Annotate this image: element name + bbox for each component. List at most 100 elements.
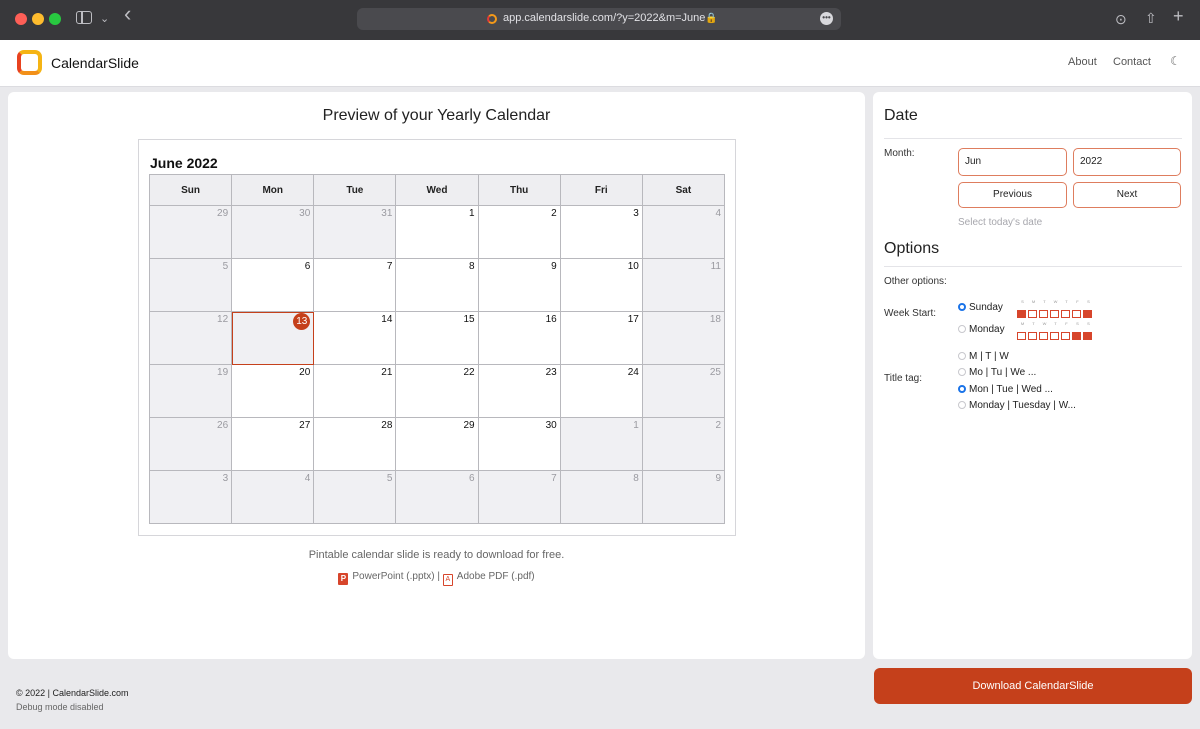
mini-day-box	[1061, 332, 1070, 340]
nav-about-link[interactable]: About	[1068, 56, 1097, 68]
mini-day-letter: T	[1065, 299, 1068, 304]
day-cell-outside: 5	[313, 470, 397, 524]
mini-day-box	[1017, 310, 1026, 318]
mini-day-box	[1072, 310, 1081, 318]
date-heading: Date	[884, 107, 918, 124]
mini-day-box	[1083, 332, 1092, 340]
weekday-header: Thu	[477, 174, 561, 206]
day-cell: 22	[395, 364, 479, 418]
brand-name[interactable]: CalendarSlide	[51, 55, 139, 71]
day-cell-weekend: 19	[148, 364, 233, 418]
weekday-header: Mon	[231, 174, 315, 206]
option-label: Monday | Tuesday | W...	[969, 400, 1076, 411]
mini-day-box	[1028, 310, 1037, 318]
sidebar-toggle-icon[interactable]	[76, 11, 92, 24]
mini-day-box	[1072, 332, 1081, 340]
day-cell: 17	[559, 311, 643, 365]
day-cell: 24	[559, 364, 643, 418]
calendar-month-title: June 2022	[150, 155, 218, 171]
sunday-week-preview: S M T W T F S	[1017, 299, 1094, 323]
footer-debug-status: Debug mode disabled	[16, 702, 104, 712]
title-tag-label: Title tag:	[884, 373, 922, 384]
weekday-header: Wed	[395, 174, 479, 206]
close-window-button[interactable]	[15, 13, 27, 25]
mini-day-box	[1017, 332, 1026, 340]
week-start-monday-option[interactable]: Monday	[958, 324, 1005, 335]
day-cell: 9	[477, 258, 561, 312]
minimize-window-button[interactable]	[32, 13, 44, 25]
share-icon[interactable]: ⇧	[1145, 10, 1157, 26]
day-cell: 21	[313, 364, 397, 418]
mini-day-letter: S	[1076, 321, 1079, 326]
mini-day-box	[1039, 310, 1048, 318]
title-tag-option-3[interactable]: Mon | Tue | Wed ...	[958, 384, 1053, 395]
mini-day-letter: S	[1087, 321, 1090, 326]
option-label: Mon | Tue | Wed ...	[969, 384, 1053, 395]
url-text: app.calendarslide.com/?y=2022&m=June	[503, 12, 706, 24]
download-calendarslide-button[interactable]: Download CalendarSlide	[874, 668, 1192, 704]
week-start-sunday-option[interactable]: Sunday	[958, 302, 1003, 313]
title-tag-option-1[interactable]: M | T | W	[958, 351, 1009, 362]
year-input[interactable]: 2022	[1073, 148, 1181, 176]
day-cell-weekend: 4	[641, 205, 726, 259]
previous-button[interactable]: Previous	[958, 182, 1067, 208]
new-tab-icon[interactable]: +	[1173, 7, 1184, 25]
powerpoint-file-icon: P	[338, 573, 349, 585]
pptx-download-link[interactable]: PowerPoint (.pptx)	[352, 571, 434, 582]
mini-day-box	[1050, 310, 1059, 318]
weekday-header: Sat	[641, 174, 726, 206]
radio-unselected-icon[interactable]	[958, 401, 966, 409]
day-cell-weekend: 11	[641, 258, 726, 312]
back-icon[interactable]: ‹	[124, 3, 131, 25]
radio-unselected-icon[interactable]	[958, 352, 966, 360]
next-button[interactable]: Next	[1073, 182, 1181, 208]
mini-day-letter: M	[1031, 299, 1036, 304]
logo-icon[interactable]	[17, 50, 42, 75]
nav-contact-link[interactable]: Contact	[1113, 56, 1151, 68]
mini-day-letter: F	[1065, 321, 1068, 326]
mini-day-box	[1061, 310, 1070, 318]
mini-day-letter: F	[1076, 299, 1079, 304]
chevron-down-icon[interactable]: ⌄	[100, 11, 109, 27]
title-tag-option-4[interactable]: Monday | Tuesday | W...	[958, 400, 1076, 411]
select-today-link[interactable]: Select today's date	[958, 217, 1042, 228]
weekday-header: Tue	[313, 174, 397, 206]
day-cell-weekend: 5	[148, 258, 233, 312]
day-cell-outside: 29	[148, 205, 233, 259]
day-cell-weekend: 26	[148, 417, 233, 471]
preview-title: Preview of your Yearly Calendar	[322, 107, 551, 124]
calendar-week-row: 29 30 31 1 2 3 4	[148, 205, 726, 259]
day-cell-outside: 2	[641, 417, 726, 471]
calendar-preview: June 2022 Sun Mon Tue Wed Thu Fri Sat 29…	[138, 139, 736, 536]
day-cell: 6	[231, 258, 315, 312]
mini-day-box	[1083, 310, 1092, 318]
day-cell-weekend: 25	[641, 364, 726, 418]
radio-unselected-icon[interactable]	[958, 325, 966, 333]
day-cell: 14	[313, 311, 397, 365]
day-cell: 8	[395, 258, 479, 312]
radio-selected-icon[interactable]	[958, 385, 966, 393]
day-cell-outside: 7	[477, 470, 561, 524]
day-cell: 3	[559, 205, 643, 259]
download-icon[interactable]: ⊙	[1115, 11, 1127, 27]
day-cell: 20	[231, 364, 315, 418]
day-cell: 30	[477, 417, 561, 471]
day-cell: 2	[477, 205, 561, 259]
radio-unselected-icon[interactable]	[958, 368, 966, 376]
options-heading: Options	[884, 240, 940, 257]
mini-day-box	[1028, 332, 1037, 340]
radio-selected-icon[interactable]	[958, 303, 966, 311]
more-options-icon[interactable]: •••	[820, 12, 833, 25]
mini-day-letter: M	[1020, 321, 1025, 326]
pdf-download-link[interactable]: Adobe PDF (.pdf)	[457, 571, 535, 582]
week-start-label: Week Start:	[884, 308, 937, 319]
month-select[interactable]: Jun	[958, 148, 1067, 176]
browser-toolbar: ⌄ ‹ app.calendarslide.com/?y=2022&m=June…	[0, 0, 1200, 40]
dark-mode-toggle-icon[interactable]: ☾	[1170, 54, 1181, 68]
weekday-header: Sun	[148, 174, 233, 206]
address-bar[interactable]: app.calendarslide.com/?y=2022&m=June 🔒 •…	[357, 8, 841, 30]
day-cell-outside: 3	[148, 470, 233, 524]
mini-day-letter: T	[1032, 321, 1035, 326]
zoom-window-button[interactable]	[49, 13, 61, 25]
title-tag-option-2[interactable]: Mo | Tu | We ...	[958, 367, 1036, 378]
